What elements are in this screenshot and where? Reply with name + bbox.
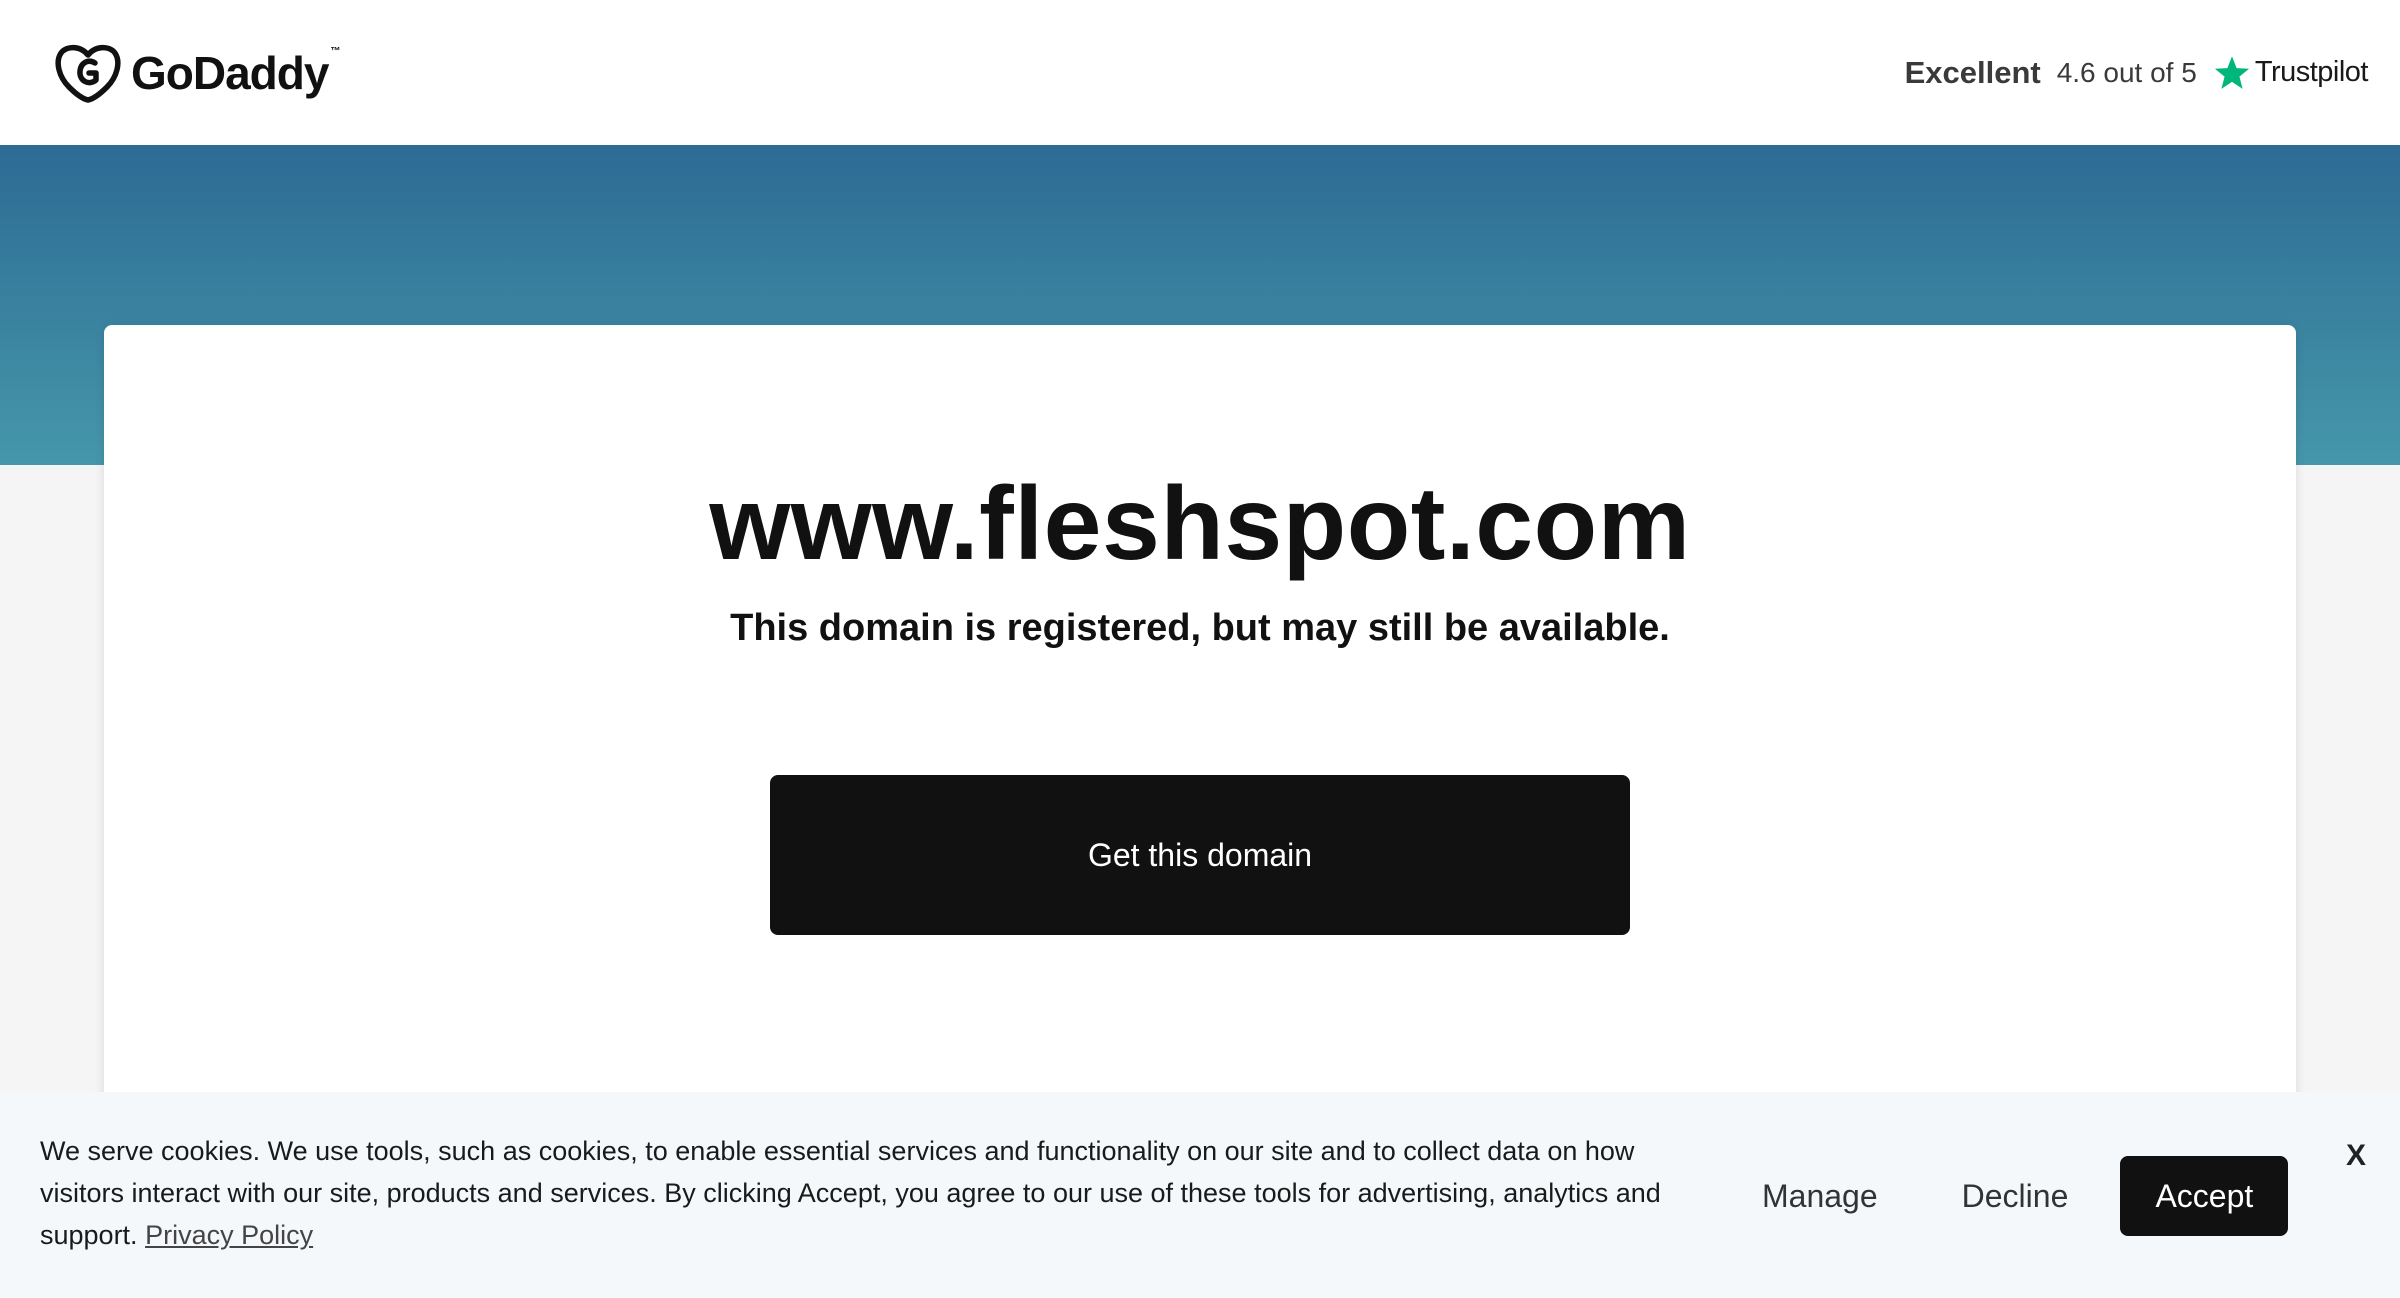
trustpilot-brand: Trustpilot	[2213, 54, 2369, 92]
domain-name: www.fleshspot.com	[709, 466, 1691, 582]
get-this-domain-button[interactable]: Get this domain	[770, 775, 1630, 935]
page: GoDaddy ™ Excellent 4.6 out of 5 Trustpil…	[0, 0, 2400, 1298]
trustpilot-score: 4.6 out of 5	[2056, 56, 2197, 88]
manage-cookies-button[interactable]: Manage	[1720, 1178, 1920, 1215]
domain-status-text: This domain is registered, but may still…	[730, 607, 1670, 649]
privacy-policy-link[interactable]: Privacy Policy	[145, 1220, 313, 1250]
close-banner-button[interactable]: X	[2336, 1136, 2376, 1176]
accept-cookies-button[interactable]: Accept	[2120, 1156, 2289, 1236]
godaddy-logo-icon	[55, 44, 121, 103]
cookie-banner: We serve cookies. We use tools, such as …	[0, 1092, 2400, 1298]
cookie-message: We serve cookies. We use tools, such as …	[40, 1130, 1680, 1256]
godaddy-logo[interactable]: GoDaddy ™	[55, 43, 340, 103]
logo-wordmark: GoDaddy ™	[131, 45, 340, 99]
trustpilot-star-icon	[2214, 55, 2249, 89]
cookie-actions: Manage Decline Accept	[1720, 1156, 2289, 1236]
trustpilot-rating-word: Excellent	[1904, 54, 2041, 90]
trustpilot-rating[interactable]: Excellent 4.6 out of 5 Trustpilot	[1904, 54, 2369, 92]
trustpilot-name: Trustpilot	[2254, 56, 2369, 88]
site-header: GoDaddy ™ Excellent 4.6 out of 5 Trustpil…	[0, 0, 2400, 145]
decline-cookies-button[interactable]: Decline	[1920, 1178, 2111, 1215]
